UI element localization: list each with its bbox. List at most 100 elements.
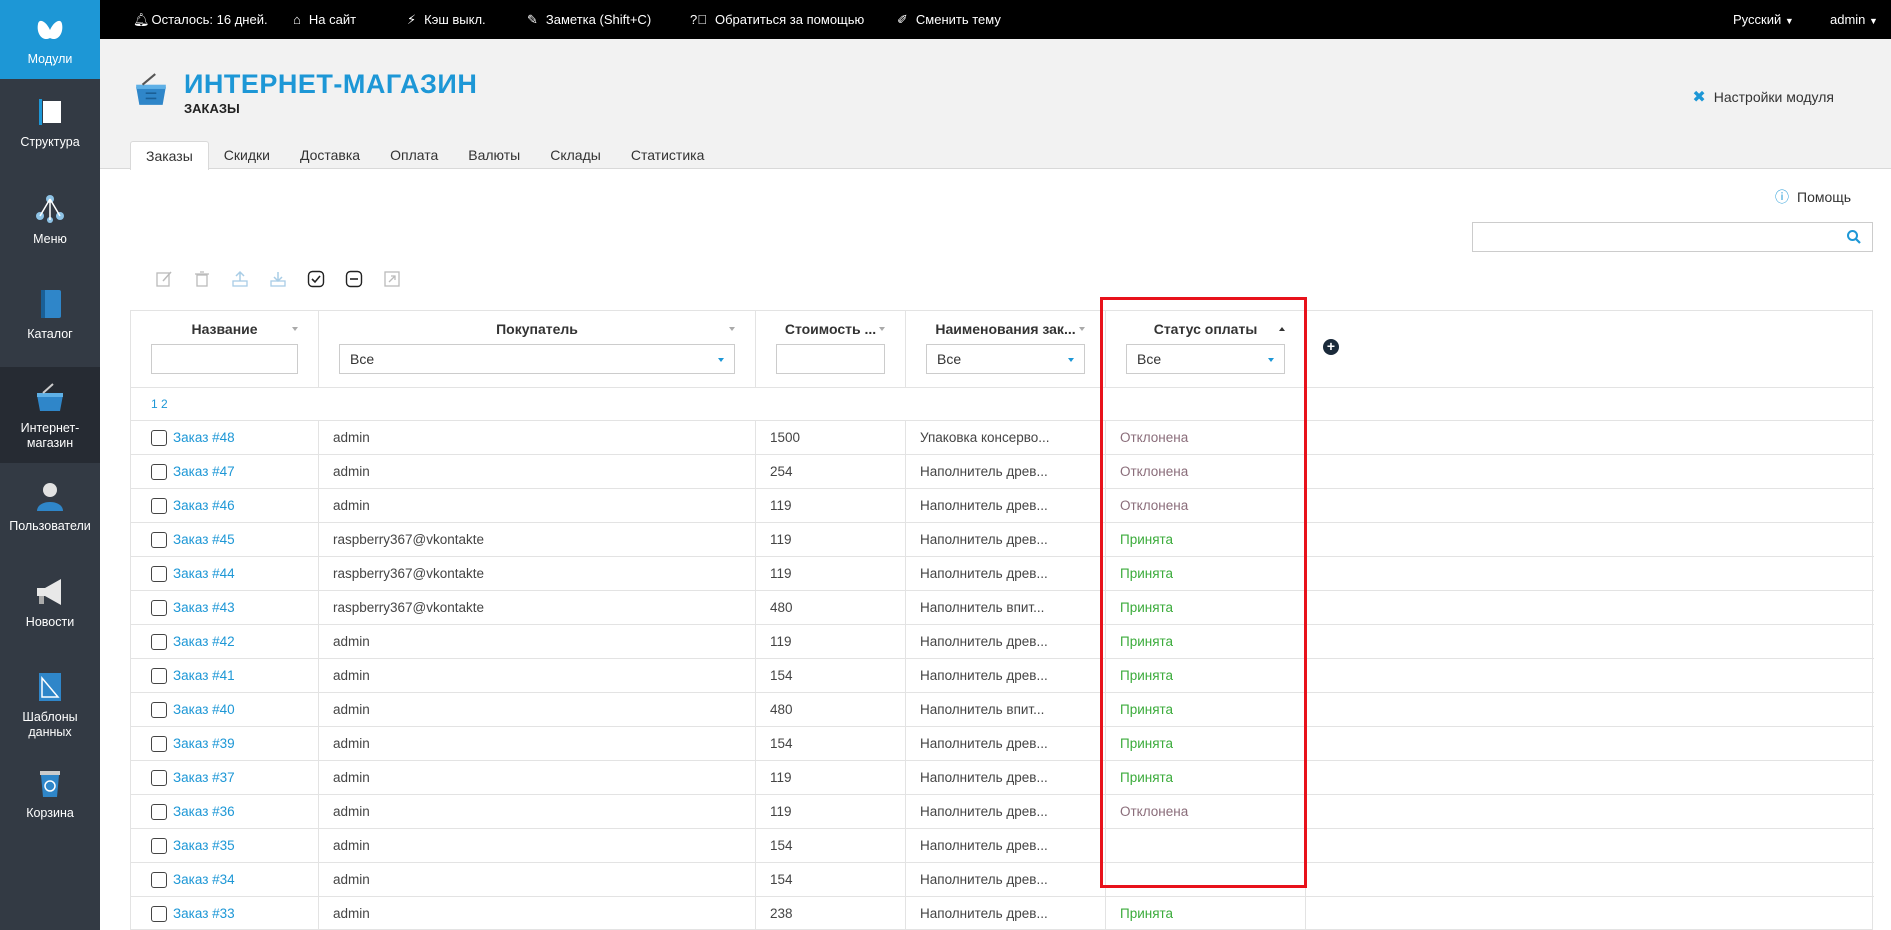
deactivate-icon[interactable] — [345, 270, 363, 288]
activate-icon[interactable] — [307, 270, 325, 288]
download-icon[interactable] — [269, 270, 287, 288]
row-checkbox[interactable] — [151, 906, 167, 922]
order-link[interactable]: Заказ #37 — [173, 761, 235, 794]
row-checkbox[interactable] — [151, 464, 167, 480]
tab-delivery[interactable]: Доставка — [285, 141, 375, 170]
order-link[interactable]: Заказ #44 — [173, 557, 235, 590]
support-link[interactable]: ?⃝ Обратиться за помощью — [690, 12, 864, 27]
sidebar-item-modules[interactable]: Модули — [0, 0, 100, 79]
row-checkbox[interactable] — [151, 804, 167, 820]
buyer-filter-select[interactable]: Все — [339, 344, 735, 374]
table-row[interactable]: Заказ #40 admin 480 Наполнитель впит... Прин… — [131, 693, 1874, 727]
tab-payment[interactable]: Оплата — [375, 141, 453, 170]
order-link[interactable]: Заказ #41 — [173, 659, 235, 692]
search-input[interactable] — [1473, 223, 1833, 251]
row-checkbox[interactable] — [151, 668, 167, 684]
sidebar-item-templates[interactable]: Шаблоны данных — [0, 670, 100, 740]
tab-currencies[interactable]: Валюты — [453, 141, 535, 170]
order-link[interactable]: Заказ #39 — [173, 727, 235, 760]
user-menu[interactable]: admin ▼ — [1830, 12, 1878, 27]
table-row[interactable]: Заказ #34 admin 154 Наполнитель древ... — [131, 863, 1874, 897]
tab-discounts[interactable]: Скидки — [209, 141, 285, 170]
table-row[interactable]: Заказ #35 admin 154 Наполнитель древ... — [131, 829, 1874, 863]
column-header-payment[interactable]: Статус оплаты Все — [1106, 311, 1306, 387]
note-button[interactable]: ✎ Заметка (Shift+C) — [527, 12, 651, 28]
row-checkbox[interactable] — [151, 532, 167, 548]
column-header-buyer[interactable]: Покупатель Все — [319, 311, 756, 387]
table-row[interactable]: Заказ #44 raspberry367@vkontakte 119 Наполн… — [131, 557, 1874, 591]
table-row[interactable]: Заказ #36 admin 119 Наполнитель древ... Откл… — [131, 795, 1874, 829]
pager[interactable]: 1 2 — [151, 397, 168, 411]
help-link[interactable]: ⓘ Помощь — [1775, 187, 1851, 207]
row-checkbox[interactable] — [151, 600, 167, 616]
export-icon[interactable] — [383, 270, 401, 288]
row-checkbox[interactable] — [151, 736, 167, 752]
site-link[interactable]: ⌂ На сайт — [293, 12, 356, 27]
home-icon: ⌂ — [293, 12, 301, 27]
order-link[interactable]: Заказ #46 — [173, 489, 235, 522]
row-checkbox[interactable] — [151, 566, 167, 582]
order-link[interactable]: Заказ #42 — [173, 625, 235, 658]
cache-toggle[interactable]: ⚡︎ Кэш выкл. — [407, 12, 486, 28]
row-checkbox[interactable] — [151, 872, 167, 888]
upload-icon[interactable] — [231, 270, 249, 288]
price-filter-input[interactable] — [776, 344, 885, 374]
order-link[interactable]: Заказ #43 — [173, 591, 235, 624]
delete-icon[interactable] — [193, 270, 211, 288]
edit-icon[interactable] — [155, 270, 173, 288]
language-dropdown[interactable]: Русский ▼ — [1733, 12, 1794, 27]
module-settings-link[interactable]: ✖ Настройки модуля — [1692, 87, 1834, 107]
sidebar-item-structure[interactable]: Структура — [0, 95, 100, 150]
sidebar-item-news[interactable]: Новости — [0, 575, 100, 630]
table-row[interactable]: Заказ #48 admin 1500 Упаковка консерво... От… — [131, 421, 1874, 455]
sidebar-item-shop[interactable]: Интернет- магазин — [0, 367, 100, 463]
sort-icon[interactable] — [879, 327, 885, 331]
row-checkbox[interactable] — [151, 498, 167, 514]
order-link[interactable]: Заказ #45 — [173, 523, 235, 556]
theme-switch[interactable]: ✐ Сменить тему — [897, 12, 1001, 28]
table-row[interactable]: Заказ #41 admin 154 Наполнитель древ... Прин… — [131, 659, 1874, 693]
table-row[interactable]: Заказ #39 admin 154 Наполнитель древ... Прин… — [131, 727, 1874, 761]
tab-warehouses[interactable]: Склады — [535, 141, 616, 170]
table-row[interactable]: Заказ #42 admin 119 Наполнитель древ... Прин… — [131, 625, 1874, 659]
order-link[interactable]: Заказ #35 — [173, 829, 235, 862]
table-row[interactable]: Заказ #33 admin 238 Наполнитель древ... Прин… — [131, 897, 1874, 930]
table-row[interactable]: Заказ #47 admin 254 Наполнитель древ... Откл… — [131, 455, 1874, 489]
row-checkbox[interactable] — [151, 838, 167, 854]
tab-statistics[interactable]: Статистика — [616, 141, 720, 170]
sort-icon[interactable] — [729, 327, 735, 331]
order-link[interactable]: Заказ #40 — [173, 693, 235, 726]
sidebar-item-menu[interactable]: Меню — [0, 192, 100, 247]
tab-orders[interactable]: Заказы — [130, 141, 209, 170]
table-row[interactable]: Заказ #37 admin 119 Наполнитель древ... Прин… — [131, 761, 1874, 795]
table-row[interactable]: Заказ #45 raspberry367@vkontakte 119 Наполн… — [131, 523, 1874, 557]
items-value: Наполнитель древ... — [920, 838, 1048, 853]
order-link[interactable]: Заказ #48 — [173, 421, 235, 454]
column-header-price[interactable]: Стоимость ... — [756, 311, 906, 387]
sort-icon[interactable] — [1279, 327, 1285, 331]
row-checkbox[interactable] — [151, 702, 167, 718]
column-header-items[interactable]: Наименования зак... Все — [906, 311, 1106, 387]
column-header-name[interactable]: Название — [131, 311, 319, 387]
butterfly-icon — [37, 20, 63, 40]
order-link[interactable]: Заказ #47 — [173, 455, 235, 488]
row-checkbox[interactable] — [151, 634, 167, 650]
order-link[interactable]: Заказ #34 — [173, 863, 235, 896]
add-column-icon[interactable]: + — [1323, 339, 1339, 355]
name-filter-input[interactable] — [151, 344, 298, 374]
row-checkbox[interactable] — [151, 430, 167, 446]
items-filter-select[interactable]: Все — [926, 344, 1085, 374]
row-checkbox[interactable] — [151, 770, 167, 786]
table-row[interactable]: Заказ #46 admin 119 Наполнитель древ... Откл… — [131, 489, 1874, 523]
table-row[interactable]: Заказ #43 raspberry367@vkontakte 480 Наполн… — [131, 591, 1874, 625]
order-link[interactable]: Заказ #36 — [173, 795, 235, 828]
trial-notice[interactable]: 🔔︎ Осталось: 16 дней. — [133, 12, 268, 28]
sidebar-item-catalog[interactable]: Каталог — [0, 287, 100, 342]
payment-filter-select[interactable]: Все — [1126, 344, 1285, 374]
sort-icon[interactable] — [1079, 327, 1085, 331]
search-icon[interactable] — [1846, 229, 1862, 245]
sort-icon[interactable] — [292, 327, 298, 331]
sidebar-item-users[interactable]: Пользователи — [0, 479, 100, 534]
order-link[interactable]: Заказ #33 — [173, 897, 235, 930]
sidebar-item-trash[interactable]: Корзина — [0, 766, 100, 821]
